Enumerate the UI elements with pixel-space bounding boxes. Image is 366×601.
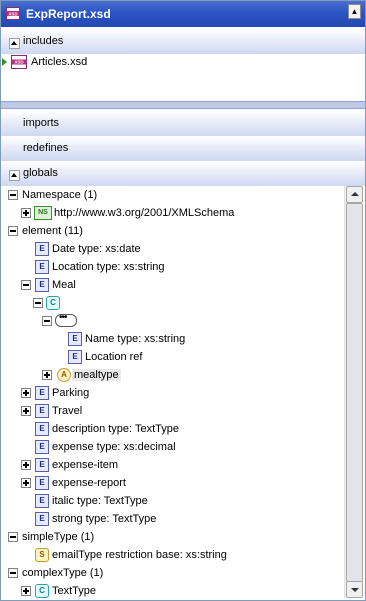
node-label: Namespace (1) — [22, 189, 98, 201]
node-label: Meal — [52, 279, 76, 291]
maximize-button[interactable]: ▲ — [348, 4, 361, 19]
chevron-up-icon — [351, 192, 359, 196]
collapse-toggle-icon[interactable] — [33, 298, 43, 308]
redefines-section-header[interactable]: redefines — [1, 137, 365, 161]
element-icon: E — [35, 260, 49, 274]
sequence-icon — [55, 312, 77, 327]
expand-toggle-icon[interactable] — [21, 586, 31, 596]
element-icon: E — [68, 332, 82, 346]
svg-text:XSD: XSD — [8, 11, 18, 16]
node-label: http://www.w3.org/2001/XMLSchema — [54, 207, 235, 219]
node-label: italic type: TextType — [52, 495, 148, 507]
expand-toggle-icon[interactable] — [21, 208, 31, 218]
node-label: Date type: xs:date — [52, 243, 141, 255]
globals-section-header[interactable]: globals — [1, 162, 365, 186]
namespace-icon: NS — [34, 206, 52, 220]
element-icon: E — [68, 350, 82, 364]
node-label: Name type: xs:string — [85, 333, 186, 345]
attribute-icon: A — [57, 368, 71, 382]
collapse-toggle-icon[interactable] — [8, 190, 18, 200]
include-label: Articles.xsd — [31, 56, 88, 68]
element-icon: E — [35, 512, 49, 526]
node-label: description type: TextType — [52, 423, 179, 435]
collapse-toggle-icon[interactable] — [8, 226, 18, 236]
node-label: mealtype — [72, 369, 121, 381]
expand-toggle-icon[interactable] — [21, 460, 31, 470]
expand-toggle-icon[interactable] — [21, 406, 31, 416]
includes-section-header[interactable]: includes — [1, 30, 365, 54]
expand-toggle-icon[interactable] — [21, 388, 31, 398]
scroll-down-button[interactable] — [346, 581, 363, 598]
collapse-toggle-icon[interactable] — [42, 316, 52, 326]
window-title: ExpReport.xsd — [26, 7, 111, 21]
node-label: Location type: xs:string — [52, 261, 165, 273]
expand-arrow-icon — [2, 58, 7, 66]
redefines-label: redefines — [23, 142, 69, 154]
collapse-toggle-icon[interactable] — [8, 568, 18, 578]
element-icon: E — [35, 386, 49, 400]
scrollbar-thumb[interactable] — [346, 203, 363, 582]
element-icon: E — [35, 404, 49, 418]
complex-type-icon: C — [35, 584, 49, 598]
node-label: Location ref — [85, 351, 143, 363]
node-label: strong type: TextType — [52, 513, 157, 525]
element-icon: E — [35, 278, 49, 292]
node-label: complexType (1) — [22, 567, 104, 579]
expand-toggle-icon[interactable] — [42, 370, 52, 380]
node-label: Travel — [52, 405, 83, 417]
xsd-file-icon: XSD — [11, 55, 27, 69]
node-label: element (11) — [22, 225, 83, 237]
node-label: TextType — [52, 585, 97, 597]
node-label: expense-item — [52, 459, 119, 471]
node-label: expense-report — [52, 477, 126, 489]
collapse-triangle-icon[interactable] — [9, 170, 20, 181]
chevron-down-icon — [351, 588, 359, 592]
node-label: emailType restriction base: xs:string — [52, 549, 227, 561]
expand-toggle-icon[interactable] — [21, 478, 31, 488]
collapse-toggle-icon[interactable] — [21, 280, 31, 290]
schema-window: XSD ExpReport.xsd ▲ includes XSD Article… — [0, 0, 366, 601]
node-label: expense type: xs:decimal — [52, 441, 176, 453]
collapse-triangle-icon[interactable] — [9, 38, 20, 49]
element-icon: E — [35, 494, 49, 508]
globals-tree: Namespace (1) NS http://www.w3.org/2001/… — [1, 186, 344, 600]
simple-type-icon: S — [35, 548, 49, 562]
complex-type-icon: C — [46, 296, 60, 310]
element-icon: E — [35, 242, 49, 256]
vertical-scrollbar[interactable] — [344, 186, 363, 598]
element-icon: E — [35, 422, 49, 436]
title-bar: XSD ExpReport.xsd ▲ — [1, 1, 365, 27]
svg-text:XSD: XSD — [14, 60, 24, 65]
node-label: simpleType (1) — [22, 531, 95, 543]
scroll-up-button[interactable] — [346, 186, 363, 203]
xsd-file-icon: XSD — [6, 7, 20, 20]
globals-label: globals — [23, 167, 58, 179]
element-icon: E — [35, 458, 49, 472]
node-label: Parking — [52, 387, 90, 399]
collapse-toggle-icon[interactable] — [8, 532, 18, 542]
element-icon: E — [35, 440, 49, 454]
panel-splitter[interactable] — [1, 101, 365, 109]
include-item-articles[interactable]: XSD Articles.xsd — [1, 54, 361, 72]
element-icon: E — [35, 476, 49, 490]
includes-label: includes — [23, 35, 64, 47]
imports-label: imports — [23, 117, 60, 129]
imports-section-header[interactable]: imports — [1, 112, 365, 136]
